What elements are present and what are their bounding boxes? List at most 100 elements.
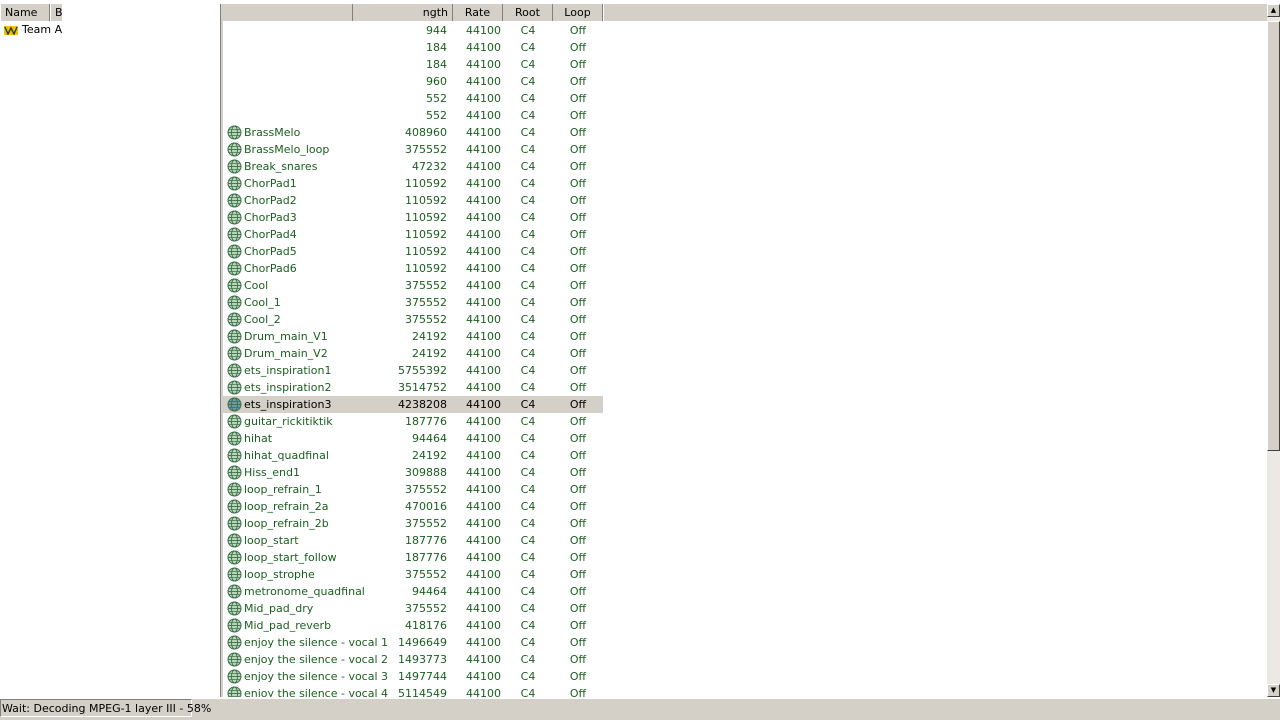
sample-rate: 44100 xyxy=(466,653,501,666)
column-header-rate[interactable]: Rate xyxy=(453,4,503,21)
scroll-down-button[interactable]: ▼ xyxy=(1267,684,1280,697)
sample-row[interactable]: ChorPad4 110592 44100 C4 Off xyxy=(223,226,603,243)
sample-row[interactable]: loop_refrain_2a 470016 44100 C4 Off xyxy=(223,498,603,515)
sample-row[interactable]: hihat 94464 44100 C4 Off xyxy=(223,430,603,447)
sample-loop: Off xyxy=(569,364,587,377)
sample-length: 1493773 xyxy=(398,653,447,666)
sample-loop: Off xyxy=(569,143,587,156)
sample-loop: Off xyxy=(569,279,587,292)
sample-row[interactable]: Drum_main_V1 24192 44100 C4 Off xyxy=(223,328,603,345)
sample-list[interactable]: 944 44100 C4 Off 184 44100 C4 Off 184 44100 C4 Off 9… xyxy=(223,21,1267,697)
sample-row[interactable]: enjoy the silence - vocal 3 1497744 44100 C… xyxy=(223,668,603,685)
sample-length: 110592 xyxy=(405,245,447,258)
sample-row[interactable]: Drum_main_V2 24192 44100 C4 Off xyxy=(223,345,603,362)
column-header-root[interactable]: Root xyxy=(503,4,553,21)
sample-row[interactable]: ets_inspiration2 3514752 44100 C4 Off xyxy=(223,379,603,396)
sample-row[interactable]: guitar_rickitiktik 187776 44100 C4 Off xyxy=(223,413,603,430)
sample-row[interactable]: 944 44100 C4 Off xyxy=(223,22,603,39)
sample-row[interactable]: Mid_pad_dry 375552 44100 C4 Off xyxy=(223,600,603,617)
column-header-length[interactable]: ngth xyxy=(353,4,453,21)
sample-row[interactable]: ChorPad2 110592 44100 C4 Off xyxy=(223,192,603,209)
sample-name: BrassMelo xyxy=(244,126,301,139)
sample-rate: 44100 xyxy=(466,177,501,190)
sample-globe-icon xyxy=(227,584,242,599)
sample-loop: Off xyxy=(569,194,587,207)
sample-row[interactable]: 552 44100 C4 Off xyxy=(223,90,603,107)
sample-rate: 44100 xyxy=(466,517,501,530)
sample-length: 110592 xyxy=(405,177,447,190)
scroll-up-button[interactable]: ▲ xyxy=(1267,4,1280,17)
sample-rate: 44100 xyxy=(466,687,501,697)
sample-row[interactable]: ets_inspiration1 5755392 44100 C4 Off xyxy=(223,362,603,379)
column-header-name[interactable]: Name xyxy=(0,4,50,21)
column-header-loop[interactable]: Loop xyxy=(553,4,603,21)
sample-row[interactable]: Hiss_end1 309888 44100 C4 Off xyxy=(223,464,603,481)
sample-loop: Off xyxy=(569,381,587,394)
sample-row[interactable]: loop_refrain_2b 375552 44100 C4 Off xyxy=(223,515,603,532)
sample-row[interactable]: Cool 375552 44100 C4 Off xyxy=(223,277,603,294)
sample-row[interactable]: 184 44100 C4 Off xyxy=(223,56,603,73)
sample-row[interactable]: enjoy the silence - vocal 1 1496649 44100 C… xyxy=(223,634,603,651)
sample-root-note: C4 xyxy=(520,330,536,343)
column-header-sample-name[interactable] xyxy=(223,4,353,21)
sample-row[interactable]: loop_start 187776 44100 C4 Off xyxy=(223,532,603,549)
sample-row[interactable]: Cool_2 375552 44100 C4 Off xyxy=(223,311,603,328)
sample-rate: 44100 xyxy=(466,466,501,479)
sample-row[interactable]: ChorPad1 110592 44100 C4 Off xyxy=(223,175,603,192)
sample-rate: 44100 xyxy=(466,262,501,275)
sample-row[interactable]: 552 44100 C4 Off xyxy=(223,107,603,124)
sample-length: 552 xyxy=(426,109,447,122)
sample-loop: Off xyxy=(569,75,587,88)
sample-row[interactable]: ets_inspiration3 4238208 44100 C4 Off xyxy=(223,396,603,413)
sample-root-note: C4 xyxy=(520,143,536,156)
sample-globe-icon xyxy=(227,346,242,361)
sample-row[interactable]: ChorPad6 110592 44100 C4 Off xyxy=(223,260,603,277)
sample-length: 960 xyxy=(426,75,447,88)
status-text: Wait: Decoding MPEG-1 layer III - 58% xyxy=(2,702,212,715)
sample-length: 375552 xyxy=(405,568,447,581)
sample-globe-icon xyxy=(227,397,242,412)
sample-row[interactable]: Mid_pad_reverb 418176 44100 C4 Off xyxy=(223,617,603,634)
sample-row[interactable]: Break_snares 47232 44100 C4 Off xyxy=(223,158,603,175)
sample-name: loop_refrain_2a xyxy=(244,500,329,513)
sample-root-note: C4 xyxy=(520,653,536,666)
sample-loop: Off xyxy=(569,653,587,666)
sample-row[interactable]: hihat_quadfinal 24192 44100 C4 Off xyxy=(223,447,603,464)
sample-row[interactable]: loop_start_follow 187776 44100 C4 Off xyxy=(223,549,603,566)
sample-row[interactable]: loop_refrain_1 375552 44100 C4 Off xyxy=(223,481,603,498)
sample-length: 552 xyxy=(426,92,447,105)
sample-row[interactable]: enjoy the silence - vocal 4 5114549 44100 C… xyxy=(223,685,603,697)
sample-rate: 44100 xyxy=(466,160,501,173)
sample-rate: 44100 xyxy=(466,415,501,428)
sample-length: 184 xyxy=(426,58,447,71)
sample-row[interactable]: BrassMelo_loop 375552 44100 C4 Off xyxy=(223,141,603,158)
sample-globe-icon xyxy=(227,601,242,616)
sample-row[interactable]: loop_strophe 375552 44100 C4 Off xyxy=(223,566,603,583)
sample-rate: 44100 xyxy=(466,92,501,105)
sample-name: ets_inspiration1 xyxy=(244,364,332,377)
sample-row[interactable]: ChorPad3 110592 44100 C4 Off xyxy=(223,209,603,226)
sample-row[interactable]: Cool_1 375552 44100 C4 Off xyxy=(223,294,603,311)
tree-item-team-ai[interactable]: Team AI xyxy=(3,22,65,38)
sample-length: 187776 xyxy=(405,534,447,547)
scroll-thumb[interactable] xyxy=(1267,21,1280,451)
sample-loop: Off xyxy=(569,602,587,615)
vertical-scrollbar[interactable]: ▲ ▼ xyxy=(1267,4,1280,697)
sample-root-note: C4 xyxy=(520,432,536,445)
sample-name: loop_refrain_2b xyxy=(244,517,329,530)
sample-rate: 44100 xyxy=(466,41,501,54)
sample-name: BrassMelo_loop xyxy=(244,143,330,156)
sample-row[interactable]: 184 44100 C4 Off xyxy=(223,39,603,56)
sample-rate: 44100 xyxy=(466,602,501,615)
sample-root-note: C4 xyxy=(520,245,536,258)
sample-globe-icon xyxy=(227,295,242,310)
sample-row[interactable]: ChorPad5 110592 44100 C4 Off xyxy=(223,243,603,260)
sample-length: 24192 xyxy=(412,449,447,462)
sample-row[interactable]: enjoy the silence - vocal 2 1493773 44100 C… xyxy=(223,651,603,668)
sample-row[interactable]: BrassMelo 408960 44100 C4 Off xyxy=(223,124,603,141)
sample-row[interactable]: metronome_quadfinal 94464 44100 C4 Off xyxy=(223,583,603,600)
sample-root-note: C4 xyxy=(520,58,536,71)
sample-root-note: C4 xyxy=(520,636,536,649)
sample-row[interactable]: 960 44100 C4 Off xyxy=(223,73,603,90)
sample-root-note: C4 xyxy=(520,211,536,224)
